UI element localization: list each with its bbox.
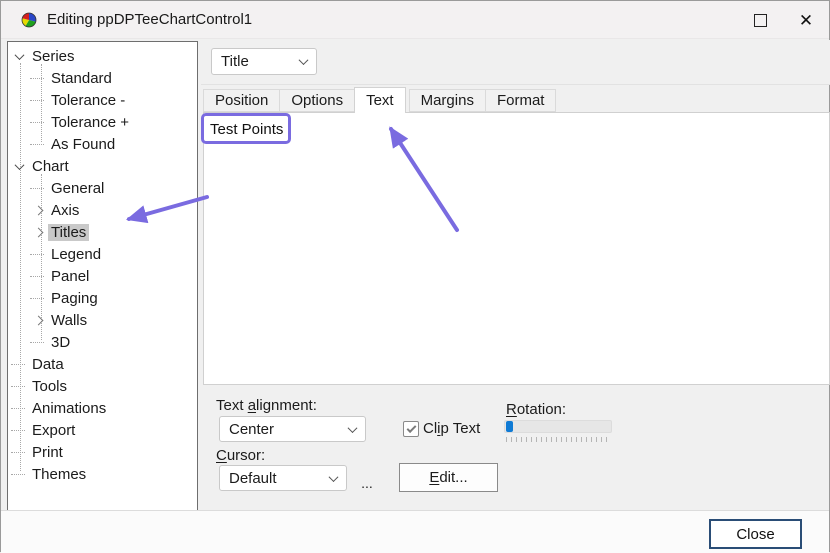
tree-item-paging[interactable]: Paging <box>8 287 197 309</box>
tree-item-label: Tools <box>32 378 67 395</box>
tree-item-label: Paging <box>51 290 98 307</box>
tab-format[interactable]: Format <box>485 89 557 112</box>
edit-button[interactable]: Edit... <box>399 463 498 492</box>
tree-item-tolerance-minus[interactable]: Tolerance - <box>8 89 197 111</box>
text-alignment-label: Text alignment: <box>216 397 317 414</box>
tree-item-series[interactable]: Series <box>8 45 197 67</box>
close-button[interactable]: Close <box>709 519 802 549</box>
tree-item-titles[interactable]: Titles <box>8 221 197 243</box>
tree-item-animations[interactable]: Animations <box>8 397 197 419</box>
titlebar: Editing ppDPTeeChartControl1 ✕ <box>1 1 829 39</box>
tree-item-label: Themes <box>32 466 86 483</box>
chevron-down-icon <box>299 55 309 65</box>
window-title: Editing ppDPTeeChartControl1 <box>47 11 252 28</box>
tree-item-axis[interactable]: Axis <box>8 199 197 221</box>
tree-item-data[interactable]: Data <box>8 353 197 375</box>
tree-item-label: Walls <box>51 312 87 329</box>
tree-item-label: Axis <box>51 202 79 219</box>
tab-position[interactable]: Position <box>203 89 280 112</box>
chevron-right-icon[interactable] <box>30 317 47 324</box>
tree-item-as-found[interactable]: As Found <box>8 133 197 155</box>
maximize-icon <box>754 14 767 27</box>
title-selector-value: Title <box>221 53 249 70</box>
tab-text[interactable]: Text <box>354 87 406 113</box>
tree-item-label: Standard <box>51 70 112 87</box>
tree-item-label: Series <box>32 48 75 65</box>
close-icon: ✕ <box>799 12 813 29</box>
tree-item-3d[interactable]: 3D <box>8 331 197 353</box>
chevron-down-icon <box>329 472 339 482</box>
tree-item-chart[interactable]: Chart <box>8 155 197 177</box>
chart-editor-tree: Series Standard Tolerance - Tolerance + … <box>7 41 198 511</box>
tree-item-label: 3D <box>51 334 70 351</box>
cursor-select[interactable]: Default <box>219 465 347 491</box>
tree-item-label: Animations <box>32 400 106 417</box>
tree-item-label: Print <box>32 444 63 461</box>
tree-item-label: Panel <box>51 268 89 285</box>
text-tab-controls: Text alignment: Center Clip Text Rotatio… <box>201 385 830 509</box>
tab-bar: Position Options Text Margins Format <box>203 87 830 112</box>
tree-item-themes[interactable]: Themes <box>8 463 197 485</box>
tree-item-label: Chart <box>32 158 69 175</box>
tree-item-general[interactable]: General <box>8 177 197 199</box>
tab-options[interactable]: Options <box>279 89 355 112</box>
chevron-right-icon[interactable] <box>30 229 47 236</box>
tree-item-label: General <box>51 180 104 197</box>
title-text-area[interactable]: Test Points <box>203 112 830 385</box>
chevron-down-icon[interactable] <box>11 53 28 60</box>
tree-item-label: Tolerance - <box>51 92 125 109</box>
tree-item-print[interactable]: Print <box>8 441 197 463</box>
text-alignment-select[interactable]: Center <box>219 416 366 442</box>
footer-bar: Close <box>1 510 829 553</box>
rotation-slider-thumb[interactable] <box>506 421 513 432</box>
rotation-slider-ticks <box>506 437 611 442</box>
title-selector[interactable]: Title <box>211 48 317 75</box>
rotation-label: Rotation: <box>506 401 566 418</box>
checkmark-icon <box>406 423 416 433</box>
clip-text-label: Clip Text <box>423 420 480 437</box>
tree-item-label: Legend <box>51 246 101 263</box>
tree-item-legend[interactable]: Legend <box>8 243 197 265</box>
maximize-button[interactable] <box>737 1 783 39</box>
title-selector-row: Title <box>201 40 830 85</box>
chevron-down-icon[interactable] <box>11 163 28 170</box>
tree-item-tolerance-plus[interactable]: Tolerance + <box>8 111 197 133</box>
tree-item-standard[interactable]: Standard <box>8 67 197 89</box>
tree-item-label: Export <box>32 422 75 439</box>
tree-item-label: Data <box>32 356 64 373</box>
window-close-button[interactable]: ✕ <box>783 1 829 39</box>
tree-item-walls[interactable]: Walls <box>8 309 197 331</box>
chevron-right-icon[interactable] <box>30 207 47 214</box>
chevron-down-icon <box>348 423 358 433</box>
tab-margins[interactable]: Margins <box>409 89 486 112</box>
title-text-value: Test Points <box>210 121 283 138</box>
cursor-label: Cursor: <box>216 447 265 464</box>
tree-item-export[interactable]: Export <box>8 419 197 441</box>
rotation-slider[interactable] <box>504 420 612 433</box>
tree-item-label: As Found <box>51 136 115 153</box>
tree-item-tools[interactable]: Tools <box>8 375 197 397</box>
tree-item-label: Tolerance + <box>51 114 129 131</box>
tree-item-panel[interactable]: Panel <box>8 265 197 287</box>
text-alignment-value: Center <box>229 421 274 438</box>
pie-chart-icon <box>21 12 37 28</box>
clip-text-checkbox[interactable] <box>403 421 419 437</box>
tree-item-label: Titles <box>48 224 89 241</box>
cursor-value: Default <box>229 470 277 487</box>
cursor-more-button[interactable]: ... <box>357 465 377 491</box>
